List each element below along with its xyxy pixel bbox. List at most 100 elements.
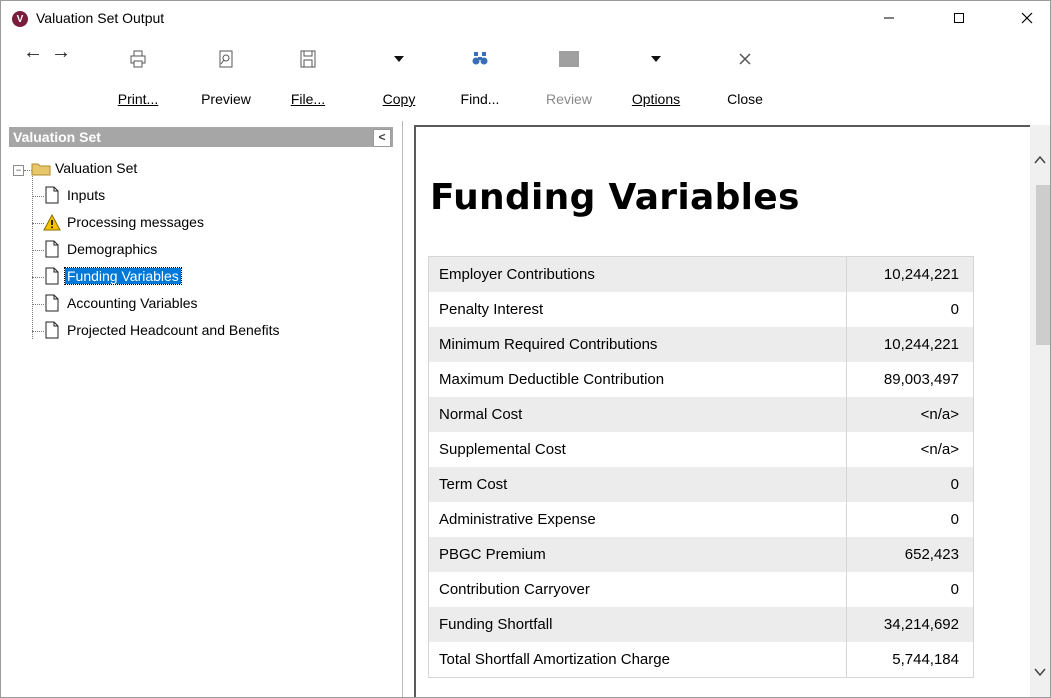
tree-root-valuation-set[interactable]: − Valuation Set bbox=[9, 159, 209, 179]
chevron-down-icon bbox=[377, 47, 421, 71]
forward-button[interactable]: → bbox=[51, 41, 71, 64]
save-icon bbox=[283, 47, 333, 71]
table-row: Total Shortfall Amortization Charge 5,744… bbox=[428, 642, 974, 678]
row-label: Administrative Expense bbox=[428, 502, 848, 537]
chevron-down-icon bbox=[621, 47, 691, 71]
collapse-toggle-icon[interactable]: − bbox=[13, 165, 24, 176]
row-value: 0 bbox=[846, 572, 974, 607]
document-icon bbox=[45, 186, 59, 204]
tree-root-label: Valuation Set bbox=[55, 160, 138, 176]
row-label: Contribution Carryover bbox=[428, 572, 848, 607]
arrow-right-icon: → bbox=[51, 41, 71, 63]
minimize-icon bbox=[884, 17, 894, 19]
warning-icon bbox=[43, 214, 61, 231]
scroll-up-button[interactable] bbox=[1033, 153, 1047, 167]
report-view: Funding Variables Employer Contributions… bbox=[414, 125, 1032, 697]
copy-label: Copy bbox=[382, 91, 416, 107]
tree-item-funding-variables[interactable]: Funding Variables bbox=[9, 267, 249, 287]
chevron-down-icon bbox=[1034, 668, 1046, 677]
report-heading: Funding Variables bbox=[430, 177, 800, 218]
tree-item-projected-headcount[interactable]: Projected Headcount and Benefits bbox=[9, 321, 389, 341]
table-row: Penalty Interest 0 bbox=[428, 292, 974, 327]
row-value: 652,423 bbox=[846, 537, 974, 572]
tree-item-label: Accounting Variables bbox=[67, 295, 198, 311]
preview-button[interactable]: Preview bbox=[191, 35, 261, 115]
print-button[interactable]: Print... bbox=[108, 35, 168, 115]
review-button[interactable]: Review bbox=[539, 35, 599, 115]
find-label: Find... bbox=[460, 91, 500, 107]
tree-item-processing-messages[interactable]: Processing messages bbox=[9, 213, 269, 233]
row-value: <n/a> bbox=[846, 397, 974, 432]
table-row: Maximum Deductible Contribution 89,003,49… bbox=[428, 362, 974, 397]
minimize-button[interactable] bbox=[866, 1, 912, 35]
window-title: Valuation Set Output bbox=[36, 10, 165, 26]
app-logo-icon: V bbox=[12, 11, 28, 27]
row-label: Total Shortfall Amortization Charge bbox=[428, 642, 848, 678]
find-button[interactable]: Find... bbox=[455, 35, 505, 115]
row-label: Penalty Interest bbox=[428, 292, 848, 327]
document-icon bbox=[45, 321, 59, 339]
table-row: Contribution Carryover 0 bbox=[428, 572, 974, 607]
row-value: 34,214,692 bbox=[846, 607, 974, 642]
table-row: Administrative Expense 0 bbox=[428, 502, 974, 537]
row-value: 0 bbox=[846, 292, 974, 327]
tree-item-label-selected: Funding Variables bbox=[64, 267, 182, 285]
file-label: File... bbox=[290, 91, 326, 107]
table-row: Employer Contributions 10,244,221 bbox=[428, 256, 974, 292]
close-icon bbox=[1021, 12, 1033, 24]
row-label: Maximum Deductible Contribution bbox=[428, 362, 848, 397]
app-window: V Valuation Set Output ← → Print... Prev… bbox=[0, 0, 1051, 698]
tree-item-label: Projected Headcount and Benefits bbox=[67, 322, 280, 338]
tree-item-accounting-variables[interactable]: Accounting Variables bbox=[9, 294, 249, 314]
table-row: Normal Cost <n/a> bbox=[428, 397, 974, 432]
print-label: Print... bbox=[117, 91, 159, 107]
toolbar: ← → Print... Preview File... Copy Find..… bbox=[1, 35, 1050, 121]
table-row: Term Cost 0 bbox=[428, 467, 974, 502]
document-icon bbox=[45, 294, 59, 312]
preview-label: Preview bbox=[201, 91, 251, 107]
file-button[interactable]: File... bbox=[283, 35, 333, 115]
tree-item-label: Demographics bbox=[67, 241, 158, 257]
row-label: Normal Cost bbox=[428, 397, 848, 432]
scrollbar-thumb[interactable] bbox=[1036, 185, 1050, 345]
vertical-scrollbar[interactable] bbox=[1030, 125, 1050, 697]
close-label: Close bbox=[727, 91, 763, 107]
maximize-button[interactable] bbox=[936, 1, 982, 35]
options-label: Options bbox=[631, 91, 681, 107]
tree-item-label: Inputs bbox=[67, 187, 106, 203]
document-icon bbox=[45, 240, 59, 258]
close-window-button[interactable] bbox=[1004, 1, 1050, 35]
chevron-up-icon bbox=[1034, 155, 1046, 164]
table-row: Minimum Required Contributions 10,244,221 bbox=[428, 327, 974, 362]
row-value: 89,003,497 bbox=[846, 362, 974, 397]
collapse-pane-button[interactable]: < bbox=[373, 129, 391, 147]
row-value: <n/a> bbox=[846, 432, 974, 467]
pane-header-title: Valuation Set bbox=[13, 129, 101, 145]
tree-item-inputs[interactable]: Inputs bbox=[9, 186, 209, 206]
document-icon bbox=[45, 267, 59, 285]
options-button[interactable]: Options bbox=[621, 35, 691, 115]
folder-icon bbox=[31, 163, 51, 176]
copy-button[interactable]: Copy bbox=[377, 35, 421, 115]
row-label: Employer Contributions bbox=[428, 256, 848, 292]
navigation-pane: Valuation Set < − Valuation Set Inputs P… bbox=[1, 121, 403, 697]
table-row: Funding Shortfall 34,214,692 bbox=[428, 607, 974, 642]
close-icon bbox=[720, 47, 770, 71]
row-value: 0 bbox=[846, 467, 974, 502]
preview-icon bbox=[191, 47, 261, 71]
scroll-down-button[interactable] bbox=[1033, 665, 1047, 679]
table-row: Supplemental Cost <n/a> bbox=[428, 432, 974, 467]
review-label: Review bbox=[546, 91, 592, 107]
arrow-left-icon: ← bbox=[23, 41, 43, 63]
row-label: Term Cost bbox=[428, 467, 848, 502]
pane-header: Valuation Set < bbox=[9, 127, 393, 147]
back-button[interactable]: ← bbox=[23, 41, 43, 64]
row-label: PBGC Premium bbox=[428, 537, 848, 572]
close-button[interactable]: Close bbox=[720, 35, 770, 115]
printer-icon bbox=[108, 47, 168, 71]
row-label: Supplemental Cost bbox=[428, 432, 848, 467]
row-value: 5,744,184 bbox=[846, 642, 974, 678]
funding-variables-table: Employer Contributions 10,244,221 Penalty … bbox=[428, 256, 974, 678]
title-bar: V Valuation Set Output bbox=[1, 1, 1050, 35]
tree-item-demographics[interactable]: Demographics bbox=[9, 240, 229, 260]
